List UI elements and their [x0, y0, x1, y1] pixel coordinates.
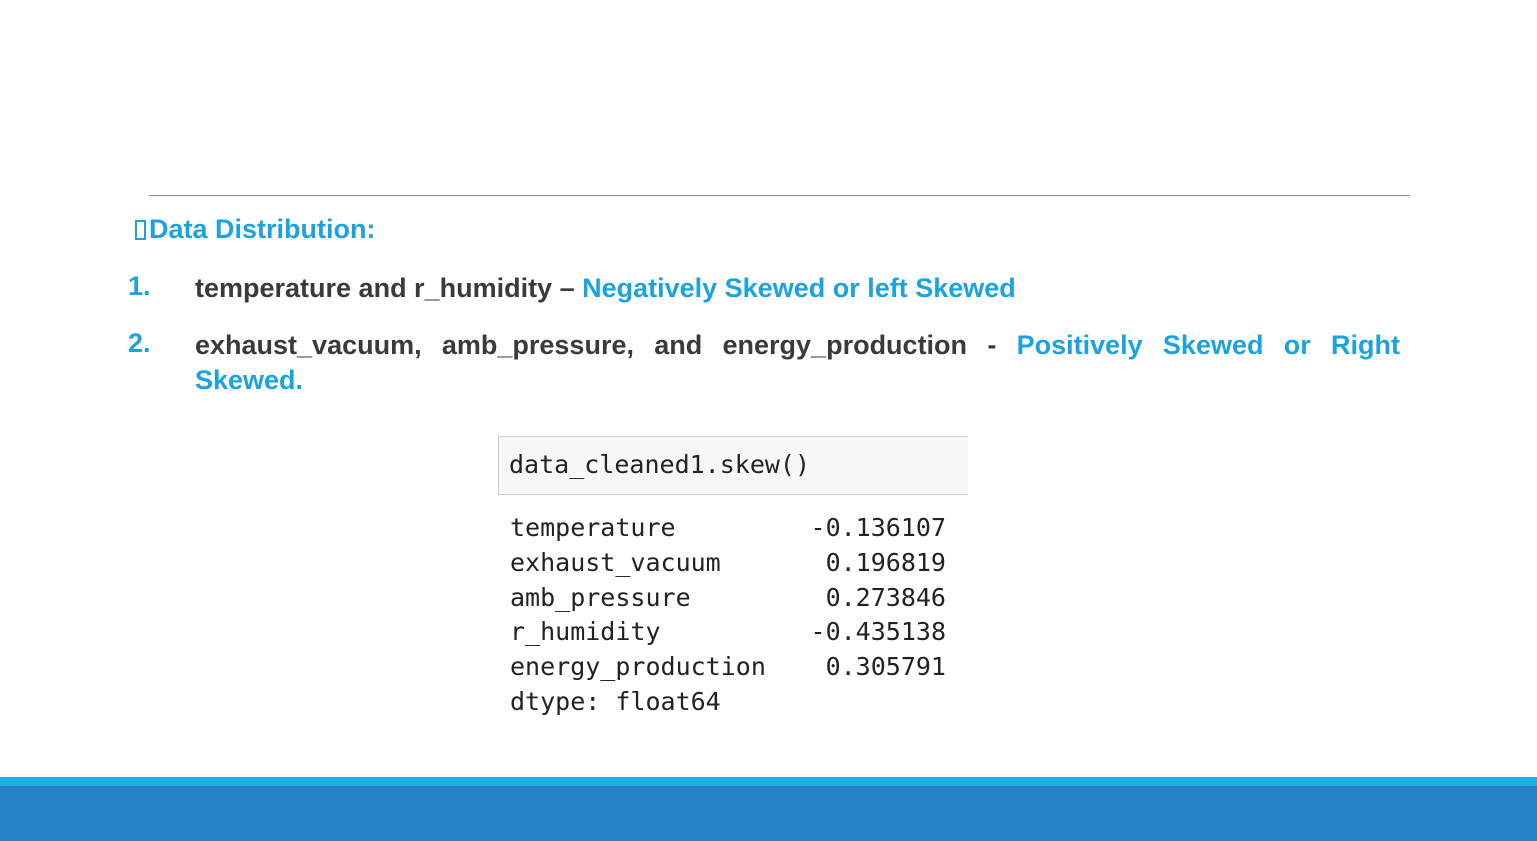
- item-text: temperature and r_humidity –: [195, 273, 583, 303]
- output-value: 0.196819: [825, 547, 946, 577]
- output-value: 0.305791: [825, 652, 946, 682]
- missing-glyph-icon: [135, 219, 146, 240]
- output-row: amb_pressure 0.273846: [510, 581, 946, 616]
- output-row: energy_production 0.305791: [510, 650, 946, 685]
- output-key: temperature: [510, 513, 676, 542]
- output-key: r_humidity: [510, 617, 661, 647]
- dtype-text: dtype: float64: [510, 686, 721, 716]
- section-heading: Data Distribution:: [135, 214, 376, 245]
- item-text: exhaust_vacuum, amb_pressure, and energy…: [195, 330, 1017, 360]
- code-output: temperature -0.136107 exhaust_vacuum 0.196…: [510, 511, 946, 720]
- output-row: exhaust_vacuum 0.196819: [510, 546, 946, 581]
- output-row: temperature -0.136107: [510, 511, 946, 546]
- output-row: r_humidity -0.435138: [510, 615, 946, 650]
- footer-bar: [0, 786, 1537, 841]
- output-value: 0.273846: [825, 582, 946, 612]
- code-input-cell: data_cleaned1.skew(): [498, 436, 968, 495]
- output-value: -0.435138: [810, 617, 946, 647]
- output-key: amb_pressure: [510, 582, 691, 612]
- list-number: 1.: [128, 271, 151, 301]
- output-dtype: dtype: float64: [510, 685, 946, 720]
- code-input: data_cleaned1.skew(): [509, 450, 811, 479]
- footer-accent-bar: [0, 777, 1537, 786]
- heading-text: Data Distribution:: [149, 214, 376, 244]
- item-highlight: Negatively Skewed or left Skewed: [582, 273, 1016, 303]
- divider-line: [149, 195, 1410, 196]
- output-key: exhaust_vacuum: [510, 547, 721, 577]
- output-value: -0.136107: [810, 513, 946, 542]
- list-number: 2.: [128, 328, 151, 358]
- output-key: energy_production: [510, 652, 766, 682]
